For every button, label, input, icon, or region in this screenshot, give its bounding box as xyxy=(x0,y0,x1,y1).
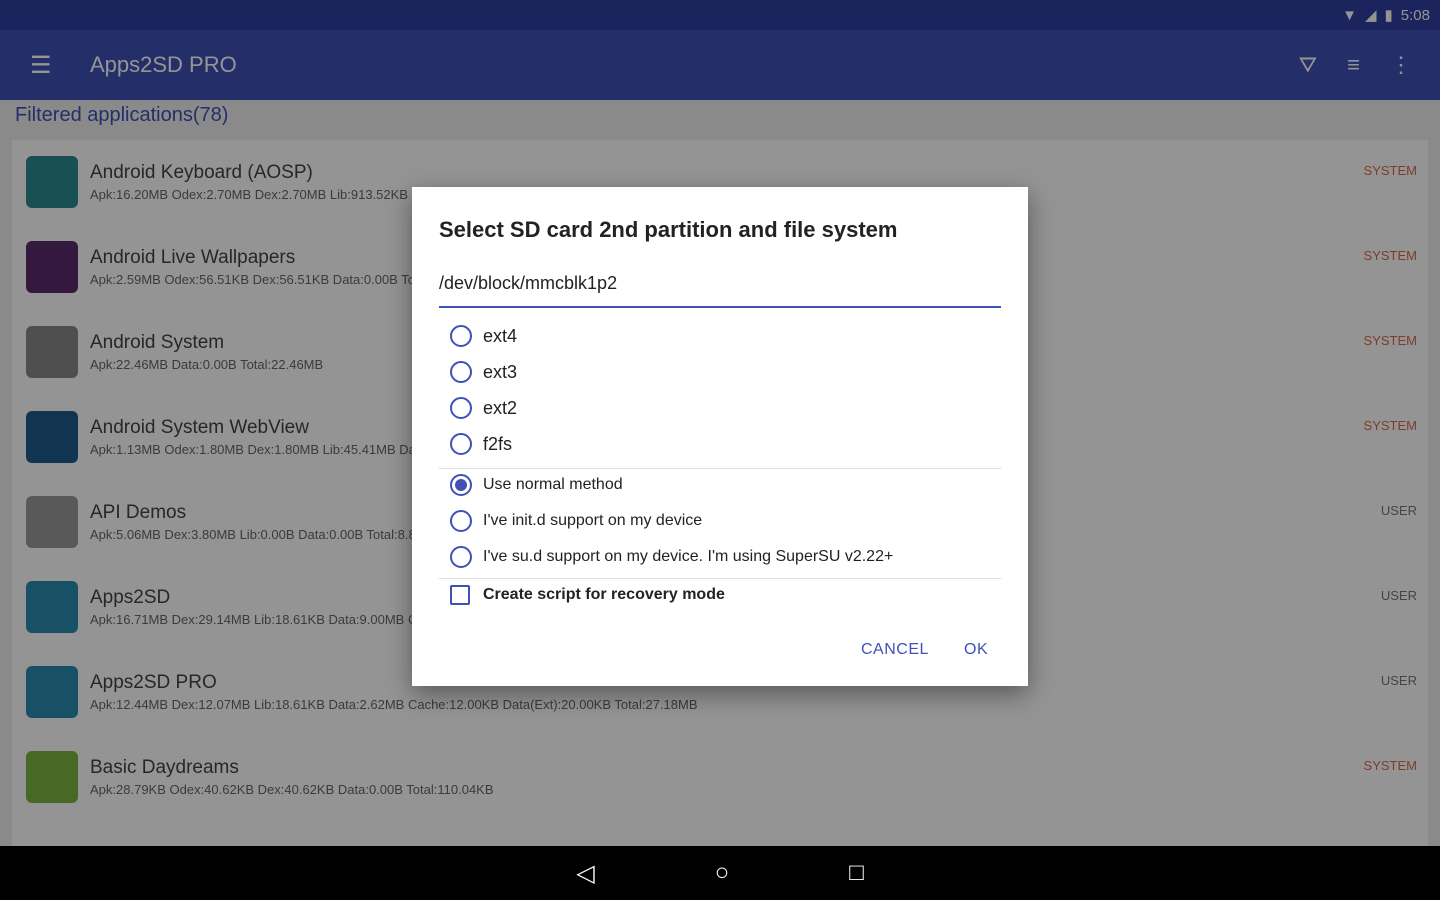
option-label: f2fs xyxy=(483,433,513,454)
radio-icon xyxy=(450,510,472,532)
dialog-title: Select SD card 2nd partition and file sy… xyxy=(439,217,898,242)
option-label: ext3 xyxy=(483,361,518,382)
home-icon[interactable]: ○ xyxy=(715,859,730,887)
radio-ext2[interactable]: ext2 xyxy=(450,397,517,419)
partition-path-input[interactable]: /dev/block/mmcblk1p2 xyxy=(439,273,1001,308)
radio-f2fs[interactable]: f2fs xyxy=(450,433,512,455)
option-label: ext2 xyxy=(483,397,518,418)
ok-button[interactable]: OK xyxy=(964,641,988,659)
checkbox-label: Create script for recovery mode xyxy=(483,586,725,603)
divider xyxy=(439,578,1001,579)
radio-icon xyxy=(450,546,472,568)
radio-sud-method[interactable]: I've su.d support on my device. I'm usin… xyxy=(450,546,893,568)
recovery-script-checkbox[interactable]: Create script for recovery mode xyxy=(450,585,725,605)
option-label: Use normal method xyxy=(483,476,623,493)
radio-normal-method[interactable]: Use normal method xyxy=(450,474,623,496)
radio-ext3[interactable]: ext3 xyxy=(450,361,517,383)
cancel-button[interactable]: CANCEL xyxy=(861,641,929,659)
option-label: I've su.d support on my device. I'm usin… xyxy=(483,548,894,565)
back-icon[interactable]: ◁ xyxy=(576,859,594,888)
radio-icon xyxy=(450,361,472,383)
navigation-bar: ◁ ○ □ xyxy=(0,846,1440,900)
checkbox-icon xyxy=(450,585,470,605)
radio-icon xyxy=(450,397,472,419)
radio-selected-icon xyxy=(450,474,472,496)
divider xyxy=(439,468,1001,469)
radio-ext4[interactable]: ext4 xyxy=(450,325,517,347)
radio-icon xyxy=(450,433,472,455)
partition-dialog: Select SD card 2nd partition and file sy… xyxy=(412,187,1028,686)
radio-icon xyxy=(450,325,472,347)
radio-initd-method[interactable]: I've init.d support on my device xyxy=(450,510,702,532)
option-label: ext4 xyxy=(483,325,518,346)
option-label: I've init.d support on my device xyxy=(483,512,703,529)
recents-icon[interactable]: □ xyxy=(849,859,864,887)
